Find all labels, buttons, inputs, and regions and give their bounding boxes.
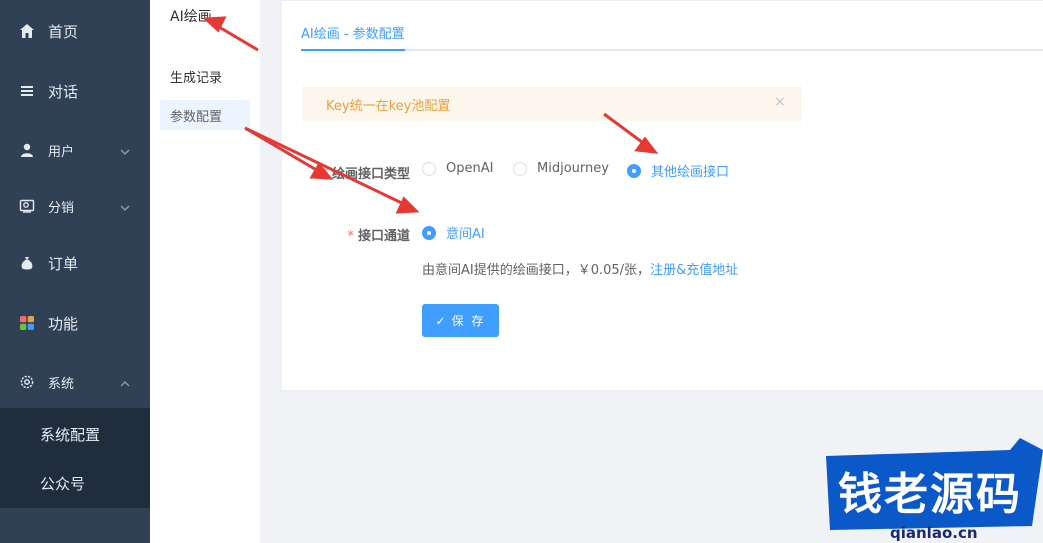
radio-circle [422,225,436,240]
sidebar-item-home[interactable]: 首页 [0,3,150,59]
system-submenu: 系统配置 公众号 [0,408,150,508]
required-mark: * [347,229,354,244]
sidebar-item-users[interactable]: 用户 [0,122,150,178]
radio-other-drawing-api[interactable]: 其他绘画接口 [627,161,729,180]
home-icon [18,22,36,40]
watermark-logo: 钱老源码 qianlao.cn [820,436,1043,543]
radio-midjourney[interactable]: Midjourney [513,161,609,176]
secondary-menu-title: AI绘画 [170,9,212,25]
config-card: AI绘画 - 参数配置 Key统一在key池配置 × * 绘画接口类型 OpenA… [281,0,1043,391]
check-icon: ✓ [435,313,448,328]
required-mark: * [321,167,328,182]
share-icon [18,197,36,215]
sidebar: 首页 对话 用户 分销 订单 功能 系统 系统配置 公众号 [0,0,150,543]
sidebar-item-orders[interactable]: 订单 [0,235,150,291]
menu-item-generation-records[interactable]: 生成记录 [160,61,250,91]
menu-item-param-config[interactable]: 参数配置 [160,100,250,130]
user-icon [18,141,36,159]
watermark-text: 钱老源码 [838,469,1022,520]
channel-label: * 接口通道 [347,229,410,244]
grid-icon [18,314,36,332]
register-recharge-link[interactable]: 注册&充值地址 [650,263,738,278]
money-bag-icon [18,254,36,272]
radio-circle [422,161,436,176]
gear-icon [18,373,36,391]
radio-openai[interactable]: OpenAI [422,161,493,176]
radio-yijian-ai[interactable]: 意间AI [422,223,485,242]
radio-circle [513,161,527,176]
save-button[interactable]: ✓ 保 存 [422,304,499,337]
watermark-url: qianlao.cn [890,524,978,542]
type-label: * 绘画接口类型 [321,167,410,182]
tab-bar: AI绘画 - 参数配置 [301,15,1043,51]
sidebar-item-chat[interactable]: 对话 [0,63,150,119]
alert-text: Key统一在key池配置 [326,98,451,114]
info-alert: Key统一在key池配置 × [302,87,802,121]
secondary-menu: AI绘画 生成记录 参数配置 [150,0,260,543]
chevron-up-icon [120,377,130,387]
submenu-item-system-config[interactable]: 系统配置 [0,409,150,459]
sidebar-item-features[interactable]: 功能 [0,295,150,351]
submenu-item-official-account[interactable]: 公众号 [0,458,150,508]
list-icon [18,82,36,100]
sidebar-item-distribution[interactable]: 分销 [0,178,150,234]
chevron-down-icon [120,201,130,211]
chevron-down-icon [120,145,130,155]
channel-description: 由意间AI提供的绘画接口，￥0.05/张，注册&充值地址 [422,263,739,278]
tab-param-config[interactable]: AI绘画 - 参数配置 [301,23,405,51]
radio-circle [627,163,641,178]
sidebar-item-system[interactable]: 系统 [0,354,150,410]
close-icon[interactable]: × [774,95,786,109]
